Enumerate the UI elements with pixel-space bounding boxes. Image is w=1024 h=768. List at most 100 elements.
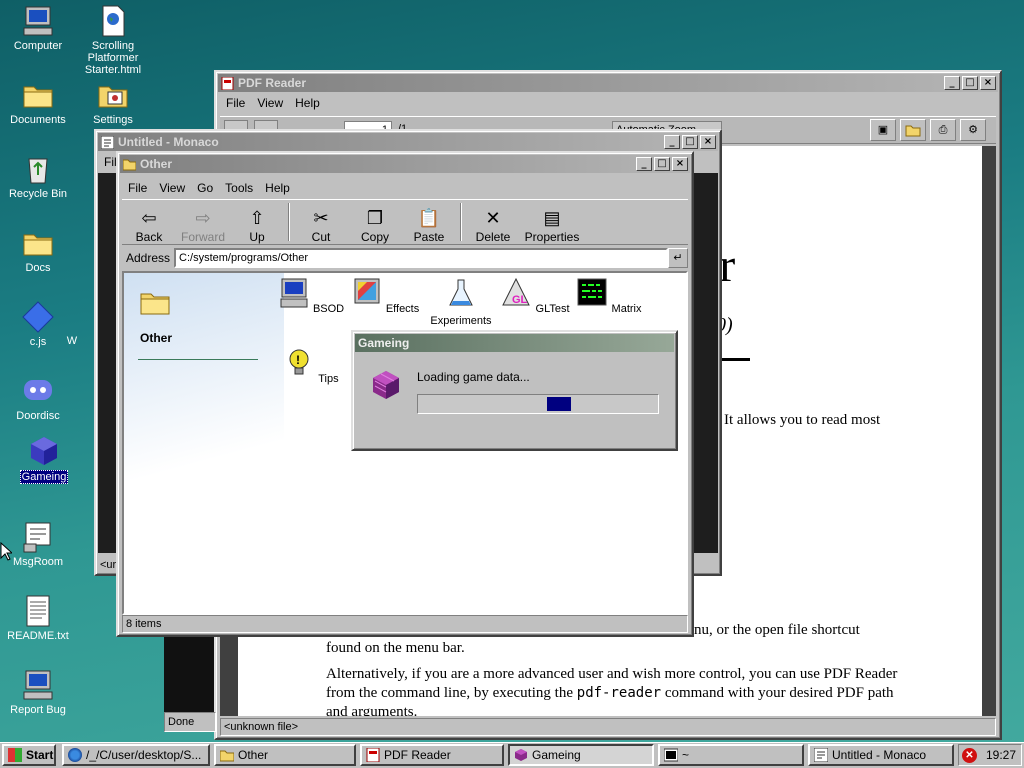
task-button-pdf-reader[interactable]: PDF Reader [360, 744, 504, 766]
menu-tools[interactable]: Tools [219, 181, 259, 195]
folder-icon [23, 86, 53, 108]
html-file-icon [102, 5, 125, 37]
minimize-button[interactable]: _ [636, 157, 652, 171]
desktop-icon-documents[interactable]: Documents [0, 78, 76, 126]
desktop-icon-report-bug[interactable]: Report Bug [0, 668, 76, 716]
menu-file[interactable]: File [122, 181, 153, 195]
sidebar-title: Other [140, 331, 173, 345]
file-item-gltest[interactable]: GL GLTest [500, 277, 570, 315]
maximize-button[interactable]: □ [654, 157, 670, 171]
progress-bar [417, 394, 659, 414]
task-button-gameing[interactable]: Gameing [508, 744, 654, 766]
address-go-button[interactable]: ↵ [668, 248, 688, 268]
gl-icon: GL [502, 277, 531, 306]
back-arrow-icon: ⇦ [141, 208, 157, 228]
tips-icon: ! [289, 349, 309, 375]
back-button[interactable]: ⇦ Back [122, 200, 176, 244]
menu-help[interactable]: Help [289, 96, 326, 110]
file-item-bsod[interactable]: BSOD [276, 277, 346, 315]
menu-file[interactable]: File [220, 96, 251, 110]
menu-help[interactable]: Help [259, 181, 296, 195]
properties-icon: ▤ [543, 208, 561, 228]
toolbar-separator [288, 203, 290, 241]
address-input[interactable]: C:/system/programs/Other [174, 248, 668, 268]
forward-arrow-icon: ⇨ [195, 208, 211, 228]
terminal-icon [664, 748, 678, 762]
browser-icon [68, 748, 82, 762]
msgroom-icon [23, 522, 51, 553]
system-tray: ✕ 19:27 [958, 744, 1022, 766]
monaco-titlebar[interactable]: Untitled - Monaco _ □ × [98, 133, 718, 151]
task-button-terminal[interactable]: ~ [658, 744, 804, 766]
monaco-icon [101, 135, 114, 149]
desktop-icon-doordisc[interactable]: Doordisc [0, 374, 76, 422]
minimize-button[interactable]: _ [944, 76, 960, 90]
explorer-toolbar: ⇦ Back ⇨ Forward ⇧ Up ✂ Cut ❐ Copy 📋 Pas… [122, 199, 688, 245]
desktop-icon-computer[interactable]: Computer [0, 4, 76, 52]
svg-text:!: ! [296, 353, 300, 367]
desktop-partial-label: W [66, 335, 78, 347]
file-item-experiments[interactable]: Experiments [426, 277, 496, 327]
task-button-other[interactable]: Other [214, 744, 356, 766]
desktop-icon-platformer[interactable]: Scrolling Platformer Starter.html [75, 4, 151, 76]
flask-icon [449, 279, 473, 306]
desktop-icon-gameing[interactable]: Gameing [6, 434, 82, 484]
desktop-icon-settings[interactable]: Settings [75, 78, 151, 126]
desktop-icon-readme[interactable]: README.txt [0, 594, 76, 642]
delete-button[interactable]: ✕ Delete [466, 200, 520, 244]
task-button-browser[interactable]: /_/C/user/desktop/S... [62, 744, 210, 766]
task-button-monaco[interactable]: Untitled - Monaco [808, 744, 954, 766]
cube-icon [373, 371, 399, 399]
explorer-titlebar[interactable]: Other _ □ × [120, 155, 690, 173]
loading-message: Loading game data... [417, 370, 530, 384]
maximize-button[interactable]: □ [682, 135, 698, 149]
paste-button[interactable]: 📋 Paste [402, 200, 456, 244]
folder-icon [123, 159, 136, 170]
pdf-reader-titlebar[interactable]: PDF Reader _ □ × [218, 74, 998, 92]
doc-text-line: Alternatively, if you are a more advance… [326, 666, 898, 682]
desktop-icon-recycle-bin[interactable]: Recycle Bin [0, 152, 76, 200]
js-file-icon [22, 301, 54, 333]
close-button[interactable]: × [700, 135, 716, 149]
explorer-menu-bar: File View Go Tools Help [122, 179, 688, 197]
doc-text-line: and arguments. [326, 704, 418, 716]
pdf-menu-bar: File View Help [220, 94, 996, 112]
copy-button[interactable]: ❐ Copy [348, 200, 402, 244]
properties-button[interactable]: ▤ Properties [520, 200, 584, 244]
tools-button[interactable]: ⚙ [960, 119, 986, 141]
close-button[interactable]: × [980, 76, 996, 90]
print-button[interactable]: ⎙ [930, 119, 956, 141]
monaco-editor-right[interactable] [690, 173, 718, 553]
progress-bar-fill [547, 397, 571, 411]
copy-icon: ❐ [366, 208, 384, 228]
pdf-status-bar: <unknown file> [220, 718, 996, 736]
desktop-icon-docs[interactable]: Docs [0, 226, 76, 274]
file-item-matrix[interactable]: Matrix [574, 277, 644, 315]
up-button[interactable]: ⇧ Up [230, 200, 284, 244]
menu-view[interactable]: View [251, 96, 289, 110]
toolbar-separator [460, 203, 462, 241]
close-button[interactable]: × [672, 157, 688, 171]
doc-code: pdf-reader [576, 685, 662, 701]
folder-icon [220, 750, 234, 762]
file-item-effects[interactable]: Effects [350, 277, 420, 315]
report-icon [23, 670, 53, 700]
forward-button[interactable]: ⇨ Forward [176, 200, 230, 244]
paste-icon: 📋 [417, 208, 441, 228]
bsod-icon [280, 278, 308, 308]
loading-dialog[interactable]: Gameing Loading game data... [351, 330, 678, 451]
menu-go[interactable]: Go [191, 181, 219, 195]
open-file-button[interactable] [900, 119, 926, 141]
cut-button[interactable]: ✂ Cut [294, 200, 348, 244]
minimize-button[interactable]: _ [664, 135, 680, 149]
doc-text-line: It allows you to read most [724, 412, 881, 428]
presentation-button[interactable]: ▣ [870, 119, 896, 141]
file-item-tips[interactable]: ! Tips [276, 347, 346, 385]
start-button[interactable]: Start [2, 744, 56, 766]
menu-view[interactable]: View [153, 181, 191, 195]
maximize-button[interactable]: □ [962, 76, 978, 90]
error-icon[interactable]: ✕ [962, 747, 977, 763]
doc-text-line: found on the menu bar. [326, 640, 465, 656]
loading-dialog-titlebar[interactable]: Gameing [355, 334, 674, 352]
address-label: Address [126, 251, 171, 265]
